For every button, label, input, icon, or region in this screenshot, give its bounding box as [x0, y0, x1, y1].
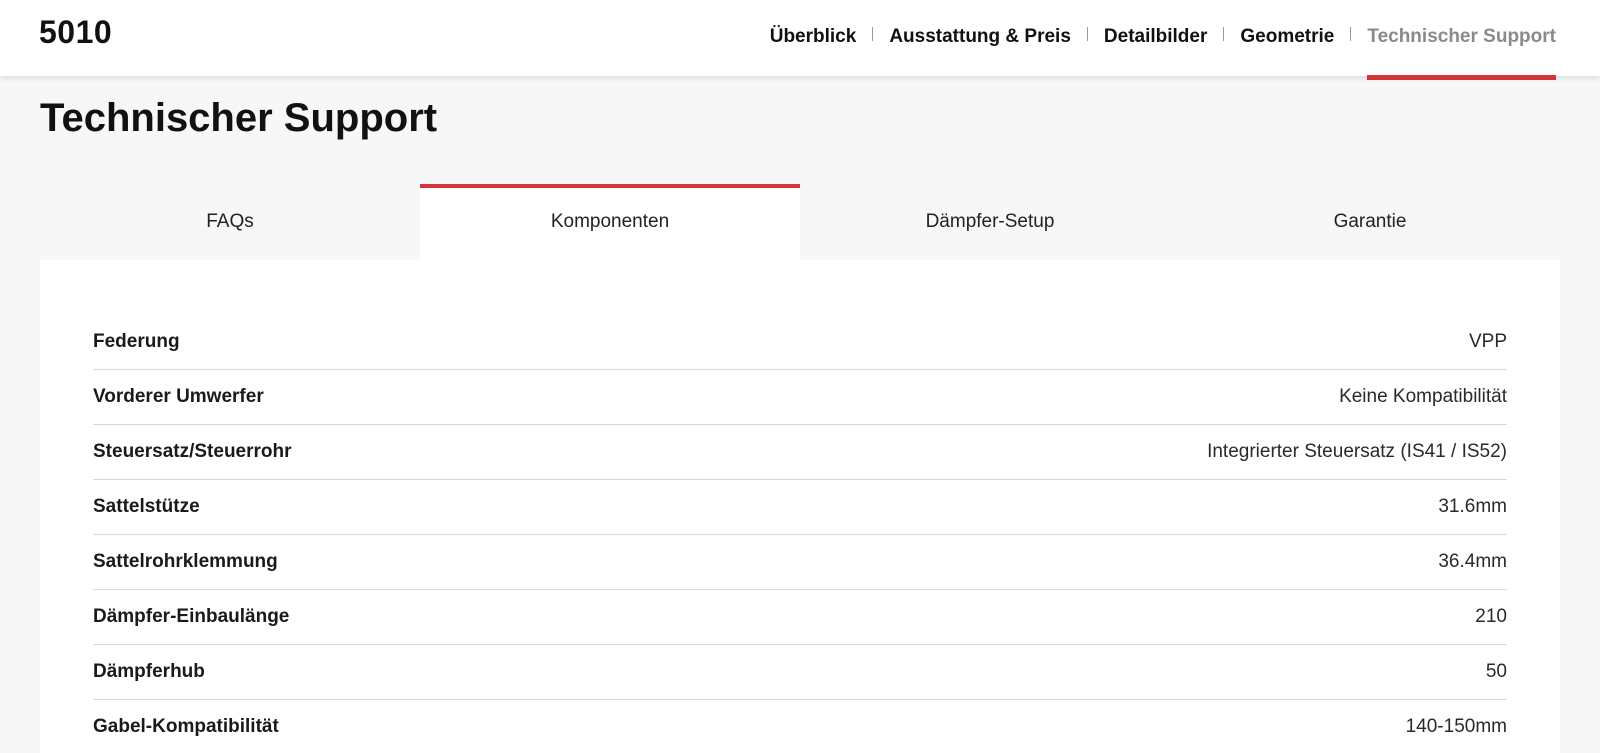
nav-separator — [1086, 27, 1088, 41]
spec-label: Dämpfer-Einbaulänge — [93, 606, 290, 627]
table-row: Sattelrohrklemmung 36.4mm — [93, 535, 1507, 590]
table-row: Dämpferhub 50 — [93, 645, 1507, 700]
nav-item-ausstattung-preis[interactable]: Ausstattung & Preis — [889, 0, 1071, 80]
nav-separator — [872, 27, 874, 41]
tab-garantie[interactable]: Garantie — [1180, 184, 1560, 260]
nav-item-geometrie[interactable]: Geometrie — [1240, 0, 1334, 80]
components-panel: Federung VPP Vorderer Umwerfer Keine Kom… — [40, 260, 1560, 753]
spec-value: 50 — [1485, 661, 1507, 682]
nav-item-technischer-support[interactable]: Technischer Support — [1367, 0, 1556, 80]
spec-value: Integrierter Steuersatz (IS41 / IS52) — [1207, 441, 1507, 462]
top-navigation-bar: 5010 Überblick Ausstattung & Preis Detai… — [0, 0, 1600, 80]
spec-label: Sattelstütze — [93, 496, 200, 517]
spec-label: Steuersatz/Steuerrohr — [93, 441, 292, 462]
tab-faqs[interactable]: FAQs — [40, 184, 420, 260]
table-row: Steuersatz/Steuerrohr Integrierter Steue… — [93, 425, 1507, 480]
tab-daempfer-setup[interactable]: Dämpfer-Setup — [800, 184, 1180, 260]
nav-item-ueberblick[interactable]: Überblick — [770, 0, 857, 80]
nav-separator — [1223, 27, 1225, 41]
spec-label: Dämpferhub — [93, 661, 205, 682]
spec-label: Sattelrohrklemmung — [93, 551, 278, 572]
brand-logo[interactable]: 5010 — [39, 14, 112, 51]
table-row: Gabel-Kompatibilität 140-150mm — [93, 700, 1507, 753]
support-tabs: FAQs Komponenten Dämpfer-Setup Garantie — [40, 184, 1560, 260]
table-row: Dämpfer-Einbaulänge 210 — [93, 590, 1507, 645]
spec-value: Keine Kompatibilität — [1339, 386, 1507, 407]
spec-value: 31.6mm — [1438, 496, 1507, 517]
page-title: Technischer Support — [40, 96, 438, 140]
spec-label: Gabel-Kompatibilität — [93, 716, 279, 737]
spec-value: 210 — [1475, 606, 1507, 627]
spec-value: VPP — [1468, 331, 1507, 352]
spec-label: Vorderer Umwerfer — [93, 386, 264, 407]
nav-item-detailbilder[interactable]: Detailbilder — [1104, 0, 1207, 80]
table-row: Vorderer Umwerfer Keine Kompatibilität — [93, 370, 1507, 425]
main-nav: Überblick Ausstattung & Preis Detailbild… — [770, 0, 1556, 80]
nav-separator — [1350, 27, 1352, 41]
spec-label: Federung — [93, 331, 180, 352]
spec-table: Federung VPP Vorderer Umwerfer Keine Kom… — [93, 315, 1507, 753]
tab-komponenten[interactable]: Komponenten — [420, 184, 800, 260]
table-row: Sattelstütze 31.6mm — [93, 480, 1507, 535]
table-row: Federung VPP — [93, 315, 1507, 370]
spec-value: 36.4mm — [1438, 551, 1507, 572]
spec-value: 140-150mm — [1405, 716, 1507, 737]
